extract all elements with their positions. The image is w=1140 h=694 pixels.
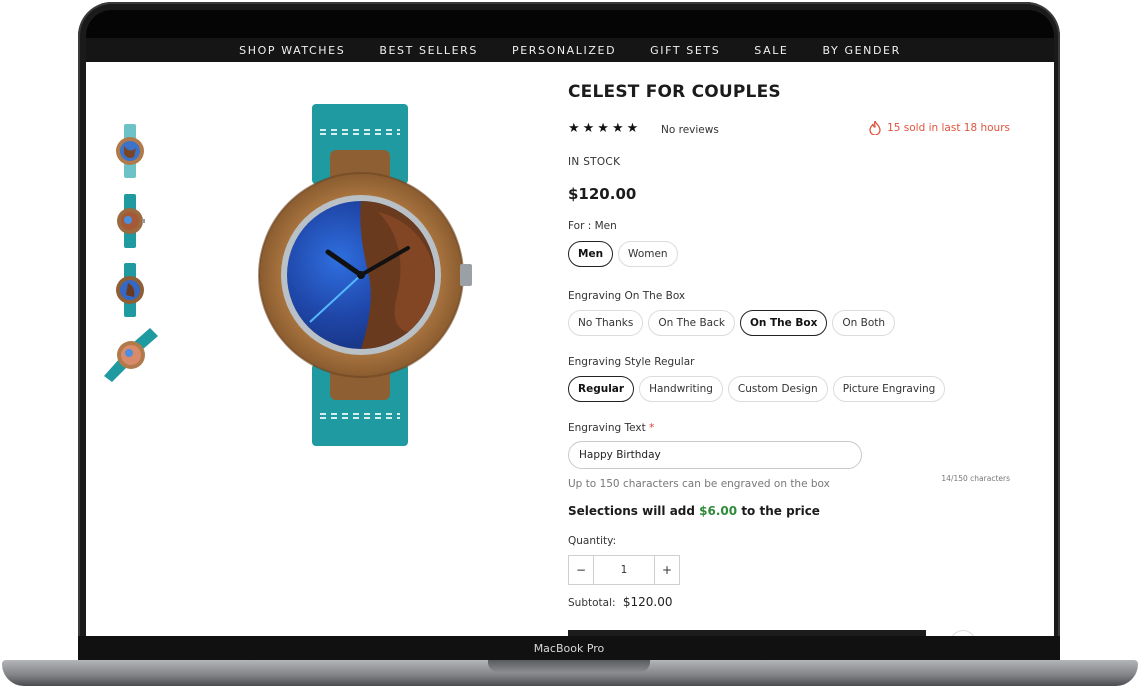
selections-suffix: to the price [737, 504, 820, 518]
engraving-text-label: Engraving Text * [568, 422, 654, 434]
quantity-decrease-button[interactable]: − [569, 556, 593, 584]
engraving-text-input[interactable]: Happy Birthday [568, 441, 862, 469]
product-main-image [258, 104, 472, 446]
nav-best-sellers[interactable]: BEST SELLERS [379, 44, 478, 57]
quantity-input[interactable]: 1 [593, 556, 655, 584]
required-mark: * [649, 422, 655, 434]
laptop-hinge: MacBook Pro [78, 636, 1060, 660]
option-on-both[interactable]: On Both [832, 310, 896, 336]
subtotal-value: $120.00 [622, 595, 673, 609]
option-regular[interactable]: Regular [568, 376, 635, 402]
nav-by-gender[interactable]: BY GENDER [823, 44, 901, 57]
laptop-notch [488, 660, 650, 672]
rating-stars[interactable]: ★★★★★ [568, 121, 641, 136]
top-nav: SHOP WATCHES BEST SELLERS PERSONALIZED G… [86, 38, 1054, 62]
engraving-style-options: Regular Handwriting Custom Design Pictur… [568, 376, 946, 402]
quantity-stepper: − 1 + [568, 555, 680, 585]
sold-text: 15 sold in last 18 hours [887, 122, 1010, 134]
product-price: $120.00 [568, 185, 637, 203]
option-picture-engraving[interactable]: Picture Engraving [832, 376, 946, 402]
character-counter: 14/150 characters [941, 474, 1010, 483]
engraving-text-label-text: Engraving Text [568, 422, 646, 434]
nav-shop-watches[interactable]: SHOP WATCHES [239, 44, 345, 57]
for-options: Men Women [568, 241, 678, 267]
option-men[interactable]: Men [568, 241, 614, 267]
flame-icon [869, 121, 881, 135]
product-thumbnail-3[interactable] [108, 263, 152, 317]
engraving-style-label: Engraving Style Regular [568, 356, 695, 368]
selections-amount: $6.00 [699, 504, 738, 518]
engraving-box-label: Engraving On The Box [568, 290, 686, 302]
selections-prefix: Selections will add [568, 504, 700, 518]
for-label: For : Men [568, 220, 617, 232]
option-women[interactable]: Women [618, 241, 678, 267]
engraving-box-options: No Thanks On The Back On The Box On Both [568, 310, 896, 336]
subtotal: Subtotal: $120.00 [568, 595, 673, 609]
option-handwriting[interactable]: Handwriting [639, 376, 723, 402]
selections-price-note: Selections will add $6.00 to the price [568, 504, 820, 518]
subtotal-label: Subtotal: [568, 597, 616, 609]
quantity-label: Quantity: [568, 535, 617, 547]
reviews-count[interactable]: No reviews [661, 124, 719, 136]
option-on-the-back[interactable]: On The Back [648, 310, 735, 336]
option-custom-design[interactable]: Custom Design [727, 376, 828, 402]
stock-status: IN STOCK [568, 156, 621, 168]
option-on-the-box[interactable]: On The Box [739, 310, 828, 336]
device-label: MacBook Pro [533, 641, 605, 655]
product-thumbnail-1[interactable] [108, 124, 152, 178]
product-title: CELEST FOR COUPLES [568, 82, 781, 102]
laptop-bezel [86, 10, 1054, 38]
option-no-thanks[interactable]: No Thanks [568, 310, 644, 336]
browser-screen: SHOP WATCHES BEST SELLERS PERSONALIZED G… [86, 38, 1054, 636]
product-thumbnail-4[interactable] [104, 328, 158, 382]
nav-gift-sets[interactable]: GIFT SETS [650, 44, 720, 57]
nav-sale[interactable]: SALE [754, 44, 788, 57]
quantity-increase-button[interactable]: + [655, 556, 679, 584]
engraving-hint: Up to 150 characters can be engraved on … [568, 478, 830, 490]
nav-personalized[interactable]: PERSONALIZED [512, 44, 616, 57]
sold-indicator: 15 sold in last 18 hours [869, 121, 1010, 135]
product-thumbnail-2[interactable] [108, 194, 152, 248]
